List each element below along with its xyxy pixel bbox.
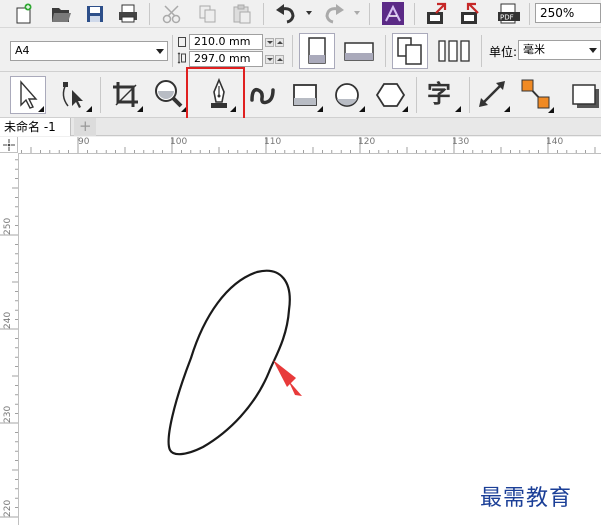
all-pages-button[interactable] [392,33,428,69]
dimension-tool-button[interactable] [474,76,512,114]
page-width-icon [177,36,187,48]
horizontal-ruler-ticks [21,137,596,153]
page-size-value: A4 [15,44,30,57]
watermark-text: 最需教育 [480,486,573,511]
flyout-corner-icon [359,100,365,112]
flyout-corner-icon [548,101,554,113]
page-height-value: 297.0 mm [194,52,251,65]
drawing-canvas[interactable] [19,154,601,525]
document-tab[interactable]: 未命名 -1 [0,118,71,136]
ruler-label: 120 [358,137,376,147]
publish-pdf-icon[interactable]: PDF [497,2,523,26]
drop-shadow-tool-button[interactable] [565,76,601,114]
flyout-corner-icon [402,100,408,112]
current-page-icon [438,40,470,62]
flyout-corner-icon [504,100,510,112]
document-tab-bar: 未命名 -1 + [0,117,601,136]
new-document-icon[interactable] [14,3,34,24]
current-page-button[interactable] [434,33,474,69]
connector-tool-button[interactable] [517,76,555,114]
flyout-corner-icon [137,100,143,112]
page-height-field[interactable]: 297.0 mm [189,51,263,67]
document-tab-label: 未命名 -1 [4,120,56,134]
page-size-select[interactable]: A4 [10,41,168,61]
ruler-label: 250 [3,217,13,235]
cut-icon[interactable] [161,3,183,25]
svg-text:PDF: PDF [500,14,514,22]
ruler-label: 90 [78,137,90,147]
text-tool-button[interactable]: 字 [422,76,462,114]
smart-drawing-tool-button[interactable] [244,76,282,114]
shape-tool-button[interactable] [56,76,94,114]
rectangle-tool-button[interactable] [287,76,325,114]
ellipse-tool-button[interactable] [329,76,367,114]
toolbox: 字 [0,67,601,125]
pick-tool-button[interactable] [10,76,46,114]
page-width-increment[interactable] [275,38,284,47]
landscape-icon [344,42,374,61]
all-pages-icon [397,37,422,65]
canvas-drawing [167,269,302,456]
portrait-orientation-button[interactable] [299,33,335,69]
chevron-down-icon [589,48,597,53]
print-icon[interactable] [117,3,139,24]
page-width-field[interactable]: 210.0 mm [189,34,263,50]
zoom-level-value: 250% [540,6,575,20]
annotation-arrow-icon [273,360,302,396]
undo-dropdown-icon[interactable] [306,11,312,15]
add-tab-button[interactable]: + [74,117,96,136]
ruler-label: 110 [264,137,282,147]
zoom-level-field[interactable]: 250% [535,3,601,23]
ruler-label: 220 [3,499,13,517]
import-icon[interactable] [425,2,449,26]
ruler-label: 130 [452,137,470,147]
ruler-label: 240 [3,311,13,329]
ruler-label: 140 [546,137,564,147]
paste-icon[interactable] [231,3,253,25]
property-bar: A4 210.0 mm 297.0 mm 单位: 毫米 [0,29,601,72]
save-icon[interactable] [85,4,105,24]
flyout-corner-icon [38,100,44,112]
ruler-label: 100 [170,137,188,147]
flyout-corner-icon [317,100,323,112]
polygon-tool-button[interactable] [372,76,410,114]
page-height-increment[interactable] [275,55,284,64]
text-tool-glyph: 字 [427,80,451,108]
open-folder-icon[interactable] [50,4,72,24]
landscape-orientation-button[interactable] [341,33,377,69]
units-select[interactable]: 毫米 [518,40,601,60]
application-launcher-icon[interactable] [381,1,405,26]
page-height-decrement[interactable] [265,55,274,64]
zoom-tool-button[interactable] [149,76,189,114]
plus-icon: + [79,117,92,135]
ruler-origin[interactable] [0,137,18,153]
crop-tool-button[interactable] [107,76,145,114]
vertical-ruler-ticks [0,159,18,518]
copy-icon[interactable] [197,3,219,25]
ruler-label: 230 [3,405,13,423]
flyout-corner-icon [455,100,461,112]
chevron-down-icon [156,49,164,54]
undo-icon[interactable] [274,3,298,25]
redo-icon[interactable] [322,3,346,25]
export-icon[interactable] [459,2,483,26]
ruler-origin-icon [3,139,15,151]
units-value: 毫米 [523,43,545,56]
squiggle-icon [250,87,275,105]
units-label: 单位: [489,45,518,59]
page-width-value: 210.0 mm [194,35,251,48]
page-height-icon [177,52,187,64]
portrait-icon [308,37,326,64]
redo-dropdown-icon[interactable] [354,11,360,15]
vertical-ruler[interactable]: 250 240 230 220 [0,153,19,525]
standard-toolbar: PDF 250% [0,0,601,28]
horizontal-ruler[interactable]: 90 100 110 120 130 140 [18,137,601,154]
flyout-corner-icon [86,100,92,112]
tool-highlight-box [186,67,245,125]
drop-shadow-icon [572,84,599,108]
page-width-decrement[interactable] [265,38,274,47]
freehand-curve-shape[interactable] [167,269,291,456]
